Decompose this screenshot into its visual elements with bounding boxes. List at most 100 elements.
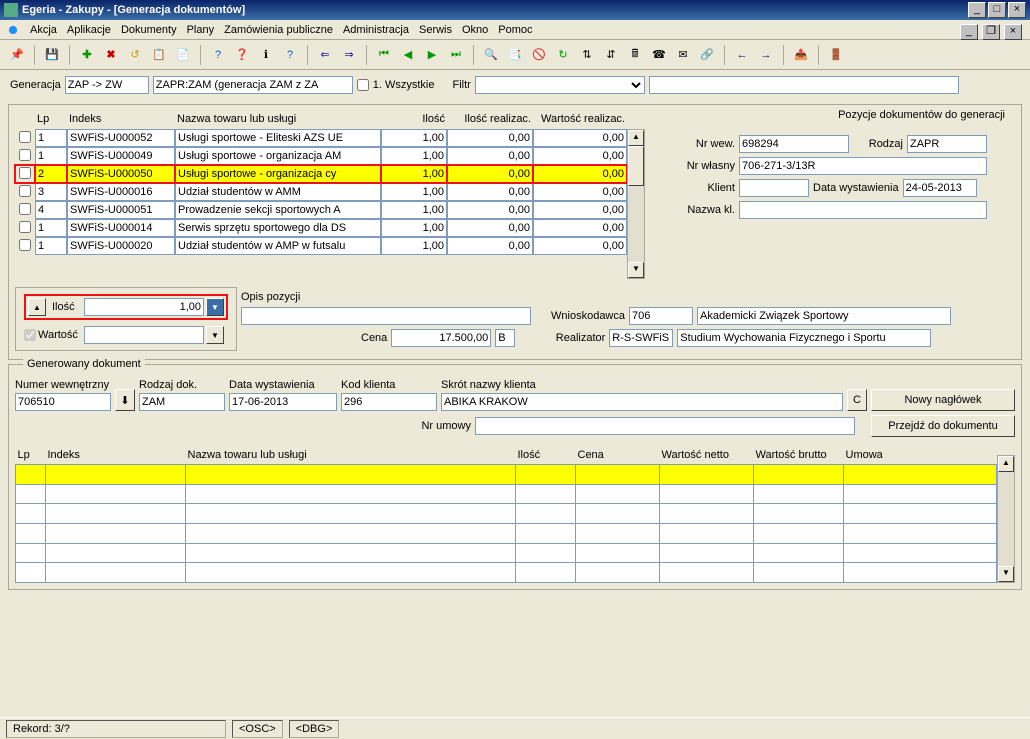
realiz-code-input[interactable] [609,329,673,347]
scroll-up-icon[interactable]: ▲ [998,456,1014,472]
row-checkbox[interactable] [19,221,31,233]
cell-ilosc[interactable] [381,237,447,255]
cell-wartosc-realiz[interactable] [533,237,627,255]
cell-ilosc-realiz[interactable] [447,183,533,201]
help3-icon[interactable]: ? [279,44,301,66]
cena-unit-input[interactable] [495,329,515,347]
link-icon[interactable]: 🔗 [696,44,718,66]
cell-lp[interactable] [35,219,67,237]
cell-ilosc[interactable] [381,147,447,165]
sort-desc-icon[interactable]: ⇵ [600,44,622,66]
mdi-restore-button[interactable]: ❐ [982,24,1000,40]
cell-nazwa[interactable] [175,165,381,183]
numwew-lookup-button[interactable]: ⬇ [115,389,135,411]
filtr-input[interactable] [649,76,959,94]
cell-lp[interactable] [35,183,67,201]
help-icon[interactable]: ? [207,44,229,66]
zapr-input[interactable] [153,76,353,94]
cell-ilosc-realiz[interactable] [447,165,533,183]
table-row[interactable] [15,183,627,201]
door-icon[interactable]: 🚪 [825,44,847,66]
cell-ilosc-realiz[interactable] [447,129,533,147]
menu-serwis[interactable]: Serwis [419,24,452,36]
scroll-up-icon[interactable]: ▲ [628,130,644,146]
row-checkbox[interactable] [19,185,31,197]
cell-indeks[interactable] [67,147,175,165]
phone-icon[interactable]: ☎ [648,44,670,66]
nav-first-icon[interactable]: ⇐ [314,44,336,66]
gen-kod-input[interactable] [341,393,437,411]
minimize-button[interactable]: _ [968,2,986,18]
cell-indeks[interactable] [67,201,175,219]
cell-indeks[interactable] [67,183,175,201]
cell-wartosc-realiz[interactable] [533,219,627,237]
cell-wartosc-realiz[interactable] [533,183,627,201]
filtr-select[interactable] [475,76,645,94]
menu-pomoc[interactable]: Pomoc [498,24,532,36]
table-row[interactable] [16,543,997,563]
doc-icon[interactable]: 📑 [504,44,526,66]
pin-icon[interactable]: 📌 [6,44,28,66]
cell-indeks[interactable] [67,237,175,255]
mdi-close-button[interactable]: × [1004,24,1022,40]
row-checkbox[interactable] [19,131,31,143]
scroll-down-icon[interactable]: ▼ [628,262,644,278]
wniosko-name-input[interactable] [697,307,951,325]
exit-icon[interactable]: 📤 [790,44,812,66]
gen-skrot-input[interactable] [441,393,843,411]
cell-lp[interactable] [35,147,67,165]
nrwlasny-input[interactable] [739,157,987,175]
btm-grid-scrollbar[interactable]: ▲ ▼ [997,455,1015,583]
scroll-thumb[interactable] [628,146,644,186]
cell-ilosc-realiz[interactable] [447,147,533,165]
menu-zamowienia[interactable]: Zamówienia publiczne [224,24,333,36]
close-button[interactable]: × [1008,2,1026,18]
table-row[interactable] [16,524,997,544]
table-row[interactable] [16,504,997,524]
next-icon[interactable]: ▶ [421,44,443,66]
info-icon[interactable]: ℹ [255,44,277,66]
cell-ilosc[interactable] [381,165,447,183]
menu-dokumenty[interactable]: Dokumenty [121,24,177,36]
cena-input[interactable] [391,329,491,347]
grid-scrollbar[interactable]: ▲ ▼ [627,129,645,279]
mail-icon[interactable]: ✉ [672,44,694,66]
add-icon[interactable]: ✚ [76,44,98,66]
c-button[interactable]: C [847,389,867,411]
row-checkbox[interactable] [19,167,31,179]
cell-lp[interactable] [35,201,67,219]
cell-wartosc-realiz[interactable] [533,165,627,183]
table-row[interactable] [15,129,627,147]
gen-rodzaj-input[interactable] [139,393,225,411]
cell-indeks[interactable] [67,129,175,147]
table-row[interactable] [15,201,627,219]
row-checkbox[interactable] [19,203,31,215]
cell-wartosc-realiz[interactable] [533,147,627,165]
save-icon[interactable]: 💾 [41,44,63,66]
datawyst-input[interactable] [903,179,977,197]
cell-ilosc[interactable] [381,201,447,219]
table-row[interactable] [15,165,627,183]
wszystkie-checkbox[interactable] [357,79,369,91]
find-icon[interactable]: 🔍 [480,44,502,66]
cell-lp[interactable] [35,129,67,147]
maximize-button[interactable]: □ [988,2,1006,18]
nrumowy-input[interactable] [475,417,855,435]
table-row[interactable] [15,237,627,255]
prev-icon[interactable]: ◀ [397,44,419,66]
cell-nazwa[interactable] [175,129,381,147]
back-icon[interactable]: ← [731,44,753,66]
klient-input[interactable] [739,179,809,197]
cell-nazwa[interactable] [175,147,381,165]
generacja-input[interactable] [65,76,149,94]
cell-ilosc-realiz[interactable] [447,237,533,255]
copy-icon[interactable]: 📋 [148,44,170,66]
delete-icon[interactable]: ✖ [100,44,122,66]
table-row[interactable] [16,484,997,504]
wartosc-input[interactable] [84,326,204,344]
table-row[interactable] [16,465,997,485]
help2-icon[interactable]: ❓ [231,44,253,66]
first-icon[interactable]: ⏮ [373,44,395,66]
cell-lp[interactable] [35,237,67,255]
menu-administracja[interactable]: Administracja [343,24,409,36]
